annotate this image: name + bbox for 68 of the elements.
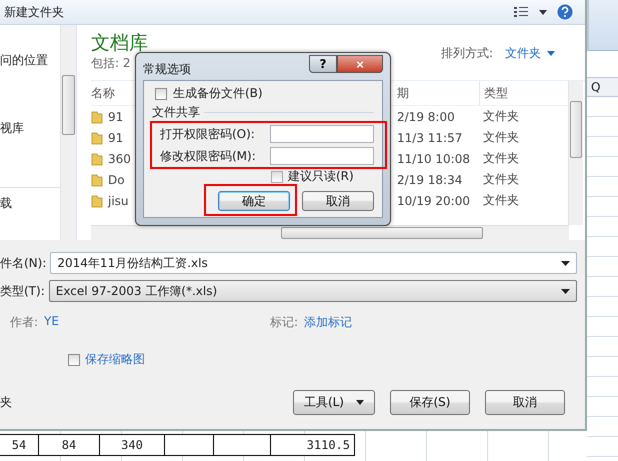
- file-date: 2/19 18:34: [397, 172, 464, 186]
- file-name[interactable]: 360: [108, 152, 131, 166]
- file-type-dropdown[interactable]: Excel 97-2003 工作簿(*.xls): [48, 280, 577, 302]
- includes-text: 包括: 2: [91, 55, 132, 72]
- caret-icon[interactable]: [561, 288, 570, 294]
- arrange-dropdown[interactable]: 文件夹: [505, 45, 541, 62]
- file-type: 文件夹: [482, 192, 520, 209]
- password-label: 打开权限密码(O):: [160, 126, 256, 142]
- ribbon-panel: [587, 0, 618, 51]
- view-list-icon[interactable]: [513, 6, 529, 18]
- folder-icon: [91, 110, 103, 124]
- file-name[interactable]: Do: [108, 172, 125, 186]
- backup-label[interactable]: 生成备份文件(B): [173, 85, 263, 102]
- password-field[interactable]: [270, 125, 374, 143]
- caret-icon[interactable]: [539, 10, 547, 14]
- file-name[interactable]: jisu: [108, 194, 129, 208]
- arrange-label: 排列方式:: [440, 45, 493, 62]
- tools-button[interactable]: 工具(L): [292, 390, 375, 415]
- column-header[interactable]: 类型: [479, 81, 554, 105]
- nav-item[interactable]: 视库: [0, 119, 60, 137]
- cancel-button[interactable]: 取消: [302, 191, 374, 211]
- thumbnail-label[interactable]: 保存缩略图: [85, 351, 145, 368]
- folder-icon: [91, 130, 103, 144]
- dialog-title: 常规选项: [143, 61, 191, 78]
- file-type: 文件夹: [482, 129, 520, 146]
- scrollbar[interactable]: [60, 25, 76, 240]
- file-name[interactable]: 91: [108, 110, 124, 124]
- hide-folders-toggle[interactable]: 夹: [0, 394, 12, 411]
- author-label: 作者:: [10, 314, 38, 331]
- filename-field[interactable]: 2014年11月份结构工资.xls: [50, 252, 577, 274]
- cancel-button[interactable]: 取消: [485, 390, 565, 415]
- help-button[interactable]: ?: [309, 55, 337, 73]
- file-type: 文件夹: [482, 150, 520, 167]
- horizontal-scrollbar[interactable]: [91, 225, 569, 240]
- folder-icon: [91, 172, 103, 186]
- tags-link[interactable]: 添加标记: [304, 314, 352, 331]
- file-date: 11/3 11:57: [397, 130, 464, 144]
- folder-icon: [91, 194, 103, 208]
- filename-label: 件名(N):: [0, 254, 46, 272]
- column-header[interactable]: 期: [397, 84, 479, 102]
- library-title: 文档库: [91, 31, 148, 55]
- caret-icon[interactable]: [356, 400, 364, 405]
- file-type-label: 类型(T):: [0, 282, 45, 300]
- file-type: 文件夹: [482, 108, 520, 125]
- readonly-label[interactable]: 建议只读(R): [288, 168, 354, 185]
- save-button[interactable]: 保存(S): [390, 390, 470, 415]
- tags-label: 标记:: [270, 314, 298, 331]
- new-folder-button[interactable]: 新建文件夹: [2, 2, 66, 22]
- group-label: 文件共享: [152, 104, 200, 121]
- password-field[interactable]: [270, 147, 374, 165]
- password-label: 修改权限密码(M):: [160, 148, 257, 164]
- file-date: 11/10 10:08: [397, 152, 471, 166]
- file-name[interactable]: 91: [108, 130, 124, 144]
- checkbox[interactable]: [271, 170, 283, 182]
- nav-item[interactable]: 问的位置: [0, 51, 60, 69]
- file-type: 文件夹: [482, 171, 520, 188]
- scrollbar[interactable]: [568, 81, 583, 225]
- file-date: 2/19 8:00: [397, 110, 456, 124]
- folder-icon: [91, 152, 103, 166]
- checkbox[interactable]: [68, 354, 80, 366]
- author-value[interactable]: YE: [44, 314, 59, 331]
- checkbox[interactable]: [155, 88, 167, 100]
- ok-button[interactable]: 确定: [218, 191, 290, 211]
- column-header[interactable]: Q: [587, 77, 618, 97]
- file-date: 10/19 20:00: [397, 194, 471, 208]
- nav-item[interactable]: 载: [0, 194, 60, 212]
- caret-icon[interactable]: [561, 260, 570, 266]
- help-icon[interactable]: [557, 4, 573, 20]
